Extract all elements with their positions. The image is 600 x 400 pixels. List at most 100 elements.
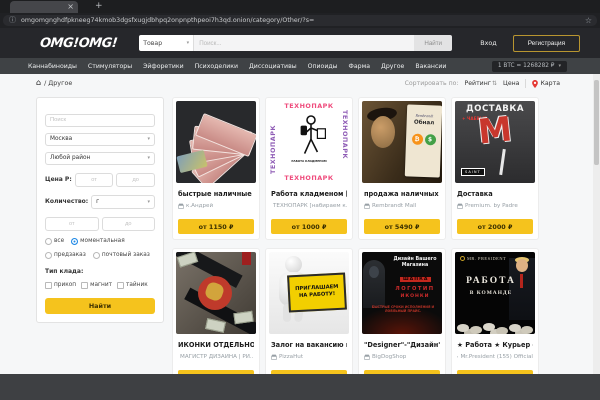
- site-logo[interactable]: OMG!OMG!: [39, 36, 118, 51]
- product-title[interactable]: быстрые наличные: [178, 190, 254, 198]
- nav-item-pharma[interactable]: Фарма: [349, 63, 371, 70]
- sort-controls: Сортировать по: Рейтинг ⇅ Цена Карта: [405, 79, 560, 88]
- sort-rating-label: Рейтинг: [465, 80, 491, 87]
- vendor-name: ТЕХНОПАРК [набираем к...: [273, 203, 347, 209]
- product-card[interactable]: ДОСТАВКА + ЧАЕВЫЕ М SAINT Доставка Premi…: [451, 97, 539, 240]
- register-button[interactable]: Регистрация: [513, 35, 580, 52]
- login-link[interactable]: Вход: [480, 39, 497, 47]
- product-title[interactable]: ИКОНКИ ОТДЕЛЬНО | ...: [178, 341, 254, 349]
- product-vendor[interactable]: BigDogShop: [364, 354, 440, 360]
- product-card[interactable]: ПРИГЛАШАЕМ НА РАБОТУ! Залог на вакансию …: [265, 248, 353, 391]
- product-vendor[interactable]: к.Андрей: [178, 203, 254, 209]
- checkbox-icon: [117, 282, 124, 289]
- checkbox-buried[interactable]: прикоп: [45, 282, 76, 289]
- quantity-to-input[interactable]: [102, 217, 156, 231]
- product-vendor[interactable]: МАГИСТР ДИЗАЙНА | РИ...: [178, 354, 254, 360]
- price-button[interactable]: от 1000 ₽: [271, 219, 347, 234]
- product-title[interactable]: продажа наличных: [364, 190, 440, 198]
- unit-select[interactable]: г ▾: [91, 195, 155, 209]
- product-vendor[interactable]: PizzaHut: [271, 354, 347, 360]
- sort-by-price[interactable]: Цена: [503, 80, 519, 87]
- url-field[interactable]: ⓘ omgomgnghdfpkneeg74kmob3dgsfxugjdbhpq2…: [3, 15, 597, 26]
- product-card[interactable]: ТЕХНОПАРК ТЕХНОПАРК ТЕХНОПАРК ТЕХНОПАРК …: [265, 97, 353, 240]
- poster-item: ШАПКА: [400, 277, 431, 282]
- city-select[interactable]: Москва ▾: [45, 133, 155, 146]
- district-select-value: Любой район: [50, 155, 90, 161]
- product-title[interactable]: Доставка: [457, 190, 533, 198]
- product-card[interactable]: Дизайн Вашего Магазина ШАПКА ЛОГОТИП ИКО…: [358, 248, 446, 391]
- close-tab-icon[interactable]: ×: [67, 1, 74, 13]
- product-image-icons-art: [176, 252, 256, 334]
- product-card[interactable]: MR. PRESIDENT РАБОТА В КОМАНДЕ ★ Работа …: [451, 248, 539, 391]
- nav-item-other[interactable]: Другое: [381, 63, 404, 70]
- product-vendor[interactable]: Rembrandt Mall: [364, 203, 440, 209]
- product-title[interactable]: Работа кладменом [Вы...: [271, 190, 347, 198]
- radio-mail[interactable]: почтовый заказ: [93, 252, 150, 259]
- poster-footer: БЫСТРЫЕ СРОКИ ИСПОЛНЕНИЯ И ЛОЯЛЬНЫЙ ПРАЙ…: [364, 305, 442, 313]
- product-title[interactable]: "Designer"-"Дизайн": [364, 341, 440, 349]
- price-from-input[interactable]: [75, 173, 114, 187]
- url-text[interactable]: omgomgnghdfpkneeg74kmob3dgsfxugjdbhpq2on…: [21, 17, 561, 25]
- price-to-input[interactable]: [116, 173, 155, 187]
- filter-submit-button[interactable]: Найти: [45, 298, 155, 314]
- price-button[interactable]: от 5490 ₽: [364, 219, 440, 234]
- btc-rate-selector[interactable]: 1 BTC = 1268282 ₽ ▾: [492, 61, 567, 72]
- figure-face: [516, 259, 528, 272]
- product-image-president: MR. PRESIDENT РАБОТА В КОМАНДЕ: [455, 252, 535, 334]
- browser-tab[interactable]: ×: [10, 1, 78, 13]
- scrollbar-thumb[interactable]: [594, 80, 599, 165]
- filter-search-input[interactable]: [45, 114, 155, 127]
- category-select[interactable]: Товар ▾: [139, 35, 194, 51]
- product-image-technopark: ТЕХНОПАРК ТЕХНОПАРК ТЕХНОПАРК ТЕХНОПАРК …: [269, 101, 349, 183]
- poster-item: ИКОНКИ: [387, 294, 442, 299]
- portrait-face: [371, 116, 395, 148]
- new-tab-icon[interactable]: +: [95, 0, 103, 13]
- map-toggle[interactable]: Карта: [532, 80, 560, 88]
- sort-by-rating[interactable]: Рейтинг ⇅: [465, 80, 498, 87]
- ribbon: [242, 252, 251, 265]
- radio-all[interactable]: все: [45, 238, 64, 245]
- radio-preorder[interactable]: предзаказ: [45, 252, 86, 259]
- invitation-sign: ПРИГЛАШАЕМ НА РАБОТУ!: [287, 273, 347, 313]
- product-title[interactable]: ★ Работа ★ Курьер от ...: [457, 341, 533, 349]
- product-title[interactable]: Залог на вакансию кур...: [271, 341, 347, 349]
- home-icon[interactable]: ⌂: [36, 79, 41, 87]
- shop-icon: [457, 354, 458, 360]
- brand-text: ТЕХНОПАРК: [269, 110, 277, 174]
- radio-instant[interactable]: моментальная: [71, 238, 125, 245]
- dollar-icon: $: [424, 134, 435, 145]
- breadcrumb: ⌂ / Другое: [36, 79, 72, 87]
- checkbox-magnet[interactable]: магнит: [81, 282, 112, 289]
- product-card[interactable]: ИКОНКИ ОТДЕЛЬНО | ... МАГИСТР ДИЗАЙНА | …: [172, 248, 260, 391]
- nav-item-vacancies[interactable]: Вакансии: [415, 63, 446, 70]
- product-card[interactable]: быстрые наличные к.Андрей от 1150 ₽: [172, 97, 260, 240]
- shop-icon: [271, 354, 277, 360]
- product-vendor[interactable]: Mr.President (155) Official: [457, 354, 533, 360]
- search-input[interactable]: [194, 35, 414, 51]
- brand-text: MR. PRESIDENT: [467, 256, 506, 261]
- site-header: OMG!OMG! Товар ▾ Найти Вход Регистрация: [0, 28, 600, 58]
- chevron-down-icon: ▾: [187, 40, 190, 46]
- quantity-from-input[interactable]: [45, 217, 99, 231]
- price-button[interactable]: от 2000 ₽: [457, 219, 533, 234]
- product-vendor[interactable]: ТЕХНОПАРК [набираем к...: [271, 203, 347, 209]
- district-select[interactable]: Любой район ▾: [45, 152, 155, 165]
- breadcrumb-path[interactable]: / Другое: [44, 79, 72, 87]
- search-button[interactable]: Найти: [414, 35, 452, 51]
- price-button[interactable]: от 1150 ₽: [178, 219, 254, 234]
- nav-item-dissociatives[interactable]: Диссоциативы: [249, 63, 297, 70]
- sort-price-label: Цена: [503, 80, 519, 87]
- checkbox-hidden[interactable]: тайник: [117, 282, 148, 289]
- site-info-icon[interactable]: ⓘ: [9, 16, 16, 25]
- nav-item-stimulants[interactable]: Стимуляторы: [88, 63, 132, 70]
- product-image-cash: [176, 101, 256, 183]
- nav-item-cannabinoids[interactable]: Каннабиноиды: [28, 63, 77, 70]
- nav-item-opioids[interactable]: Опиоиды: [308, 63, 338, 70]
- vendor-name: PizzaHut: [279, 354, 303, 360]
- nav-item-euphoretics[interactable]: Эйфоретики: [143, 63, 184, 70]
- product-card[interactable]: Rembrandt Обнал ₿ $ продажа наличных Rem…: [358, 97, 446, 240]
- checkbox-icon: [81, 282, 88, 289]
- nav-item-psychedelics[interactable]: Психоделики: [195, 63, 238, 70]
- bookmark-star-icon[interactable]: ☆: [585, 16, 592, 25]
- product-vendor[interactable]: Premium. by Padre: [457, 203, 533, 209]
